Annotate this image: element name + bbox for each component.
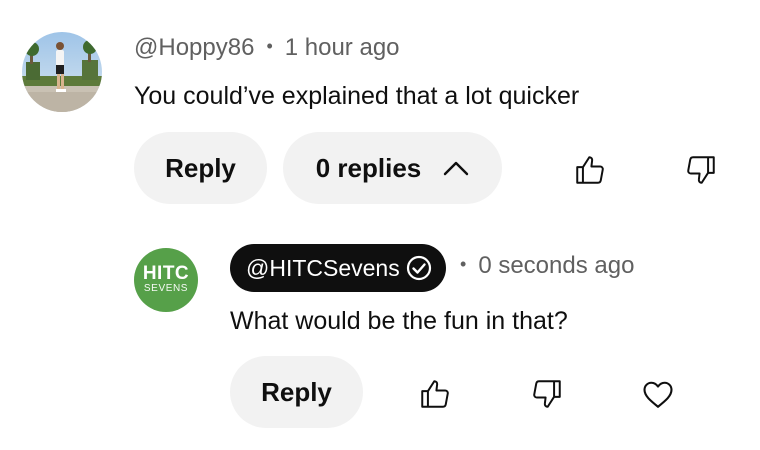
heart-button[interactable] xyxy=(638,374,678,414)
comment-text: You could’ve explained that a lot quicke… xyxy=(134,82,580,110)
heart-icon xyxy=(643,381,673,408)
user-photo-avatar xyxy=(22,32,102,112)
comment-timestamp[interactable]: 1 hour ago xyxy=(285,34,400,61)
thumbs-down-icon xyxy=(533,380,561,408)
reply-like-button[interactable] xyxy=(415,374,455,414)
comment-author[interactable]: @Hoppy86 xyxy=(134,34,254,61)
verified-check-icon xyxy=(406,255,432,281)
reply-button-label: Reply xyxy=(165,152,236,183)
reply-button[interactable]: Reply xyxy=(134,132,267,204)
reply-timestamp[interactable]: 0 seconds ago xyxy=(478,252,634,279)
reply-text: What would be the fun in that? xyxy=(230,307,568,335)
replies-count-label: 0 replies xyxy=(315,152,422,183)
like-button[interactable] xyxy=(570,150,610,190)
meta-separator: • xyxy=(460,254,467,274)
thumbs-up-icon xyxy=(576,156,604,184)
comment-meta: @Hoppy86 • 1 hour ago xyxy=(134,34,400,62)
commenter-avatar[interactable] xyxy=(22,32,102,112)
avatar-logo-line2: SEVENS xyxy=(143,283,189,294)
reply-meta: • 0 seconds ago xyxy=(460,252,634,280)
thumbs-down-icon xyxy=(687,156,715,184)
avatar-logo-line1: HITC xyxy=(142,263,190,284)
meta-separator: • xyxy=(266,36,273,56)
reply-button-label: Reply xyxy=(261,376,332,407)
reply-dislike-button[interactable] xyxy=(527,374,567,414)
thumbs-up-icon xyxy=(421,380,449,408)
hitc-sevens-avatar[interactable]: HITC SEVENS xyxy=(134,248,198,312)
reply-to-reply-button[interactable]: Reply xyxy=(230,356,363,428)
chevron-up-icon xyxy=(443,160,469,176)
reply-author: @HITCSevens xyxy=(246,254,400,281)
dislike-button[interactable] xyxy=(681,150,721,190)
creator-handle-badge[interactable]: @HITCSevens xyxy=(230,244,446,292)
replies-toggle-button[interactable]: 0 replies xyxy=(283,132,502,204)
